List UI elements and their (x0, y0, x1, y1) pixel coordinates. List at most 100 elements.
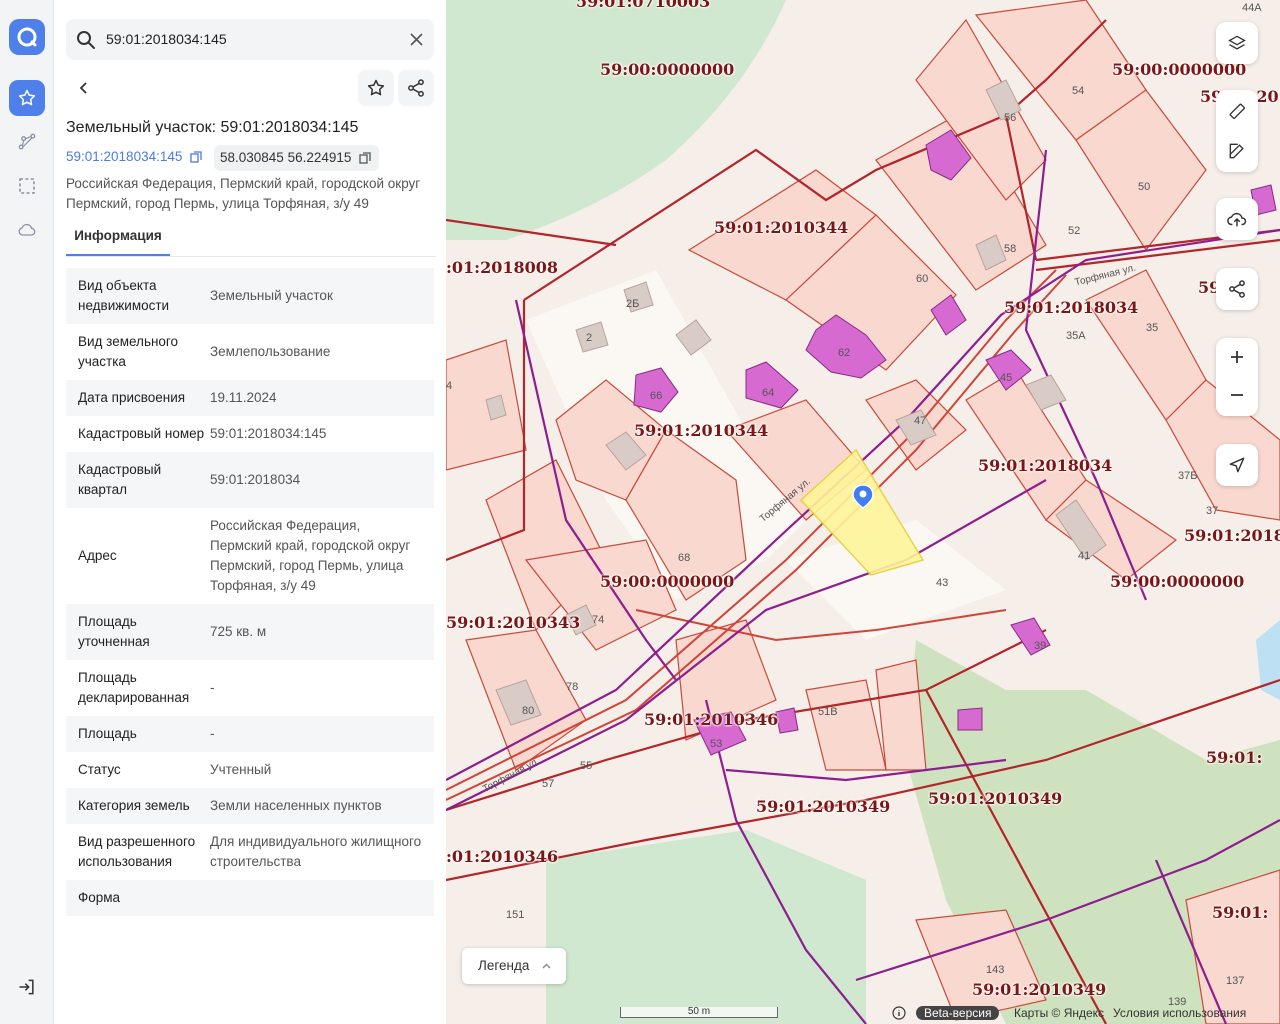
property-row: Площадь уточненная 725 кв. м (66, 604, 434, 660)
property-value: Для индивидуального жилищного строительс… (210, 834, 422, 869)
map-share-control[interactable] (1216, 268, 1258, 310)
property-value: Земли населенных пунктов (210, 798, 382, 813)
ruler-icon[interactable] (1216, 90, 1258, 132)
property-row: Площадь декларированная - (66, 660, 434, 716)
zoom-in-icon[interactable] (1216, 338, 1258, 376)
app-logo-icon[interactable] (9, 19, 45, 55)
cloud-upload-icon[interactable] (1216, 198, 1258, 240)
house-number: 41 (1078, 550, 1091, 562)
quarter-label: 59:01:2010343 (446, 613, 581, 632)
quarter-label: 59:01:2010344 (634, 421, 769, 440)
navigation-arrow-icon[interactable] (1216, 444, 1258, 486)
property-value: Российская Федерация, Пермский край, гор… (210, 518, 411, 593)
clear-search-icon[interactable] (410, 33, 423, 46)
upload-control[interactable] (1216, 198, 1258, 240)
cloud-icon[interactable] (9, 212, 45, 248)
zoom-control[interactable] (1216, 338, 1258, 416)
property-value: 19.11.2024 (210, 390, 277, 405)
house-number: 51В (818, 706, 838, 718)
quarter-label: 59:01:0710003 (576, 0, 711, 11)
property-value: - (210, 680, 215, 695)
property-value: 725 кв. м (210, 624, 267, 639)
map-copyright[interactable]: Карты © Яндекс (1014, 1003, 1104, 1023)
property-key: Кадастровый номер (78, 426, 205, 441)
share-icon[interactable] (1216, 268, 1258, 310)
zoom-out-icon[interactable] (1216, 376, 1258, 414)
tools-control[interactable] (1216, 90, 1258, 172)
info-icon[interactable] (892, 1003, 906, 1023)
property-row: Кадастровый квартал 59:01:2018034 (66, 452, 434, 508)
house-number: 37 (1206, 505, 1219, 517)
logout-icon[interactable] (9, 969, 45, 1005)
property-key: Вид земельного участка (78, 334, 179, 369)
house-number: 57 (542, 778, 555, 790)
cadastral-map[interactable]: 59:01:0710003 59:00:0000000 59:00:0000000 5… (446, 0, 1280, 1024)
property-row: Адрес Российская Федерация, Пермский край… (66, 508, 434, 604)
legend-button[interactable]: Легенда (462, 948, 566, 984)
properties-table: Вид объекта недвижимости Земельный участо… (66, 268, 434, 916)
share-icon (408, 79, 424, 97)
property-row: Вид разрешенного использования Для индиви… (66, 824, 434, 880)
house-number: 53 (710, 738, 723, 750)
house-number: 58 (1004, 243, 1017, 255)
copy-icon[interactable] (190, 151, 202, 163)
property-key: Кадастровый квартал (78, 462, 162, 497)
layers-icon[interactable] (1216, 22, 1258, 64)
search-input[interactable]: 59:01:2018034:145 (106, 31, 227, 47)
add-favorite-button[interactable] (358, 70, 394, 106)
property-key: Дата присвоения (78, 390, 186, 405)
copy-icon[interactable] (359, 152, 372, 164)
tab-divider (66, 256, 436, 257)
share-button[interactable] (398, 70, 434, 106)
beta-badge: Beta-версия (916, 1003, 1000, 1023)
map-canvas[interactable] (446, 0, 1280, 1024)
star-icon (367, 79, 385, 96)
property-row: Статус Учтенный (66, 752, 434, 788)
property-row: Вид земельного участка Землепользование (66, 324, 434, 380)
house-number: 54 (1072, 85, 1085, 97)
house-number: 45 (1000, 372, 1013, 384)
back-button[interactable] (66, 70, 102, 106)
chevron-left-icon (79, 82, 87, 94)
property-row: Дата присвоения 19.11.2024 (66, 380, 434, 416)
house-number: 55 (580, 760, 593, 772)
terms-link[interactable]: Условия использования (1113, 1003, 1246, 1023)
house-number: 66 (650, 390, 663, 402)
property-value: 59:01:2018034 (210, 472, 301, 487)
house-number: 151 (506, 909, 525, 921)
house-number: 47 (914, 415, 927, 427)
house-number: 137 (1226, 975, 1245, 987)
house-number: 74 (592, 614, 605, 626)
quarter-label: 59:01:2010349 (972, 980, 1107, 999)
info-panel: 59:01:2018034:145 Земельный участок: 59:… (54, 0, 446, 1024)
cadastral-number-link[interactable]: 59:01:2018034:145 (66, 149, 202, 164)
house-number: 35 (1146, 322, 1159, 334)
edit-icon[interactable] (1216, 132, 1258, 170)
coordinates-text: 58.030845 56.224915 (220, 150, 352, 165)
property-key: Площадь уточненная (78, 614, 150, 649)
property-row: Форма (66, 880, 434, 916)
property-key: Площадь декларированная (78, 670, 190, 705)
coordinates-chip[interactable]: 58.030845 56.224915 (214, 145, 380, 171)
search-box[interactable]: 59:01:2018034:145 (66, 19, 434, 60)
selection-frame-icon[interactable] (9, 168, 45, 204)
house-number: 78 (566, 681, 579, 693)
house-number: 35A (1066, 330, 1086, 342)
property-key: Форма (78, 890, 121, 905)
search-icon (77, 31, 95, 49)
favorites-star-icon[interactable] (9, 80, 45, 116)
property-key: Статус (78, 762, 121, 777)
quarter-label: :01:2010346 (446, 847, 559, 866)
quarter-label: 59:01:2010344 (714, 218, 849, 237)
property-key: Вид разрешенного использования (78, 834, 196, 869)
quarter-label: 59:00:0000000 (1110, 572, 1245, 591)
parcel-address: Российская Федерация, Пермский край, гор… (66, 176, 421, 211)
geolocate-control[interactable] (1216, 444, 1258, 486)
tab-info[interactable]: Информация (66, 222, 170, 256)
house-number: 2Б (626, 298, 640, 310)
house-number: 50 (1138, 181, 1151, 193)
layers-control[interactable] (1216, 22, 1258, 64)
property-key: Адрес (78, 548, 117, 563)
property-value: 59:01:2018034:145 (210, 426, 327, 441)
route-nodes-icon[interactable] (9, 124, 45, 160)
